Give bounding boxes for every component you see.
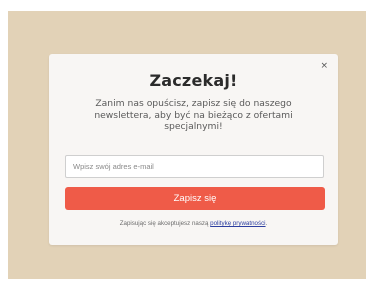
- email-input[interactable]: [65, 155, 324, 178]
- modal-title: Zaczekaj!: [149, 71, 238, 90]
- close-icon[interactable]: ×: [320, 62, 328, 71]
- privacy-suffix: .: [265, 220, 268, 227]
- privacy-note: Zapisując się akceptujesz naszą politykę…: [49, 220, 338, 227]
- modal-description: Zanim nas opuścisz, zapisz się do naszeg…: [94, 98, 293, 132]
- privacy-prefix: Zapisując się akceptujesz naszą: [119, 220, 211, 227]
- newsletter-modal: × Zaczekaj! Zanim nas opuścisz, zapisz s…: [49, 54, 338, 245]
- subscribe-button[interactable]: Zapisz się: [65, 187, 325, 210]
- privacy-policy-link[interactable]: politykę prywatności: [210, 220, 265, 227]
